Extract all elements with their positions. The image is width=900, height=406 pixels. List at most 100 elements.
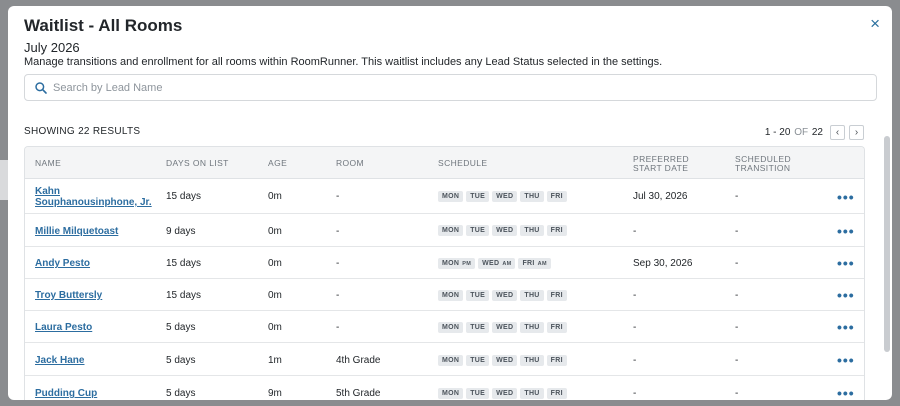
preferred-start-date: - <box>633 226 637 237</box>
more-options-icon[interactable]: ••• <box>837 320 855 334</box>
more-options-icon[interactable]: ••• <box>837 353 855 367</box>
day-badge: TUE <box>466 225 490 236</box>
month-label: July 2026 <box>24 40 80 55</box>
search-input[interactable] <box>53 79 853 97</box>
day-badge: THU <box>520 322 544 333</box>
room: 4th Grade <box>336 355 381 366</box>
days-on-list: 15 days <box>166 191 202 202</box>
room: - <box>336 322 340 333</box>
more-options-icon[interactable]: ••• <box>837 386 855 400</box>
table-header: NAME DAYS ON LIST AGE ROOM SCHEDULE PREF… <box>25 147 864 179</box>
day-badge: FRI <box>546 355 567 366</box>
day-badge: MON PM <box>438 258 476 269</box>
prev-page-button[interactable]: ‹ <box>830 125 845 140</box>
scheduled-transition: - <box>735 322 739 333</box>
more-options-icon[interactable]: ••• <box>837 190 855 204</box>
modal-description: Manage transitions and enrollment for al… <box>24 56 663 68</box>
search-icon <box>35 82 47 94</box>
waitlist-table: NAME DAYS ON LIST AGE ROOM SCHEDULE PREF… <box>24 146 865 400</box>
day-badge: MON <box>438 388 464 399</box>
pagination-range: 1 - 20 OF 22 <box>764 127 823 138</box>
schedule: MON TUE WED THU FRI <box>438 225 567 236</box>
header-room[interactable]: ROOM <box>336 159 364 168</box>
lead-name-link[interactable]: Jack Hane <box>35 355 84 366</box>
table-row: Pudding Cup 5 days 9m 5th Grade MON TUE … <box>25 376 864 400</box>
schedule: MON TUE WED THU FRI <box>438 388 567 399</box>
lead-name-link[interactable]: Pudding Cup <box>35 388 97 399</box>
day-badge: WED <box>492 290 518 301</box>
day-badge: WED <box>492 355 518 366</box>
age: 9m <box>268 388 282 399</box>
preferred-start-date: - <box>633 388 637 399</box>
search-box <box>24 74 877 101</box>
table-row: Millie Milquetoast 9 days 0m - MON TUE W… <box>25 214 864 247</box>
header-schedule[interactable]: SCHEDULE <box>438 159 488 168</box>
day-badge: TUE <box>466 388 490 399</box>
days-on-list: 5 days <box>166 322 196 333</box>
age: 0m <box>268 322 282 333</box>
more-options-icon[interactable]: ••• <box>837 224 855 238</box>
day-badge: FRI <box>546 191 567 202</box>
day-badge: MON <box>438 290 464 301</box>
scheduled-transition: - <box>735 258 739 269</box>
schedule: MON TUE WED THU FRI <box>438 290 567 301</box>
day-badge: MON <box>438 225 464 236</box>
day-badge: FRI <box>546 225 567 236</box>
preferred-start-date: - <box>633 355 637 366</box>
table-row: Kahn Souphanousinphone, Jr. 15 days 0m - … <box>25 179 864 214</box>
preferred-start-date: Sep 30, 2026 <box>633 258 693 269</box>
lead-name-link[interactable]: Andy Pesto <box>35 258 90 269</box>
day-badge: MON <box>438 191 464 202</box>
header-age[interactable]: AGE <box>268 159 287 168</box>
header-preferred-start-date[interactable]: PREFERRED START DATE <box>633 155 689 173</box>
day-badge: WED AM <box>478 258 516 269</box>
day-badge: THU <box>520 191 544 202</box>
day-badge: WED <box>492 225 518 236</box>
preferred-start-date: Jul 30, 2026 <box>633 191 688 202</box>
scheduled-transition: - <box>735 191 739 202</box>
modal-title: Waitlist - All Rooms <box>24 16 183 35</box>
age: 0m <box>268 290 282 301</box>
day-badge: MON <box>438 355 464 366</box>
room: 5th Grade <box>336 388 381 399</box>
preferred-start-date: - <box>633 322 637 333</box>
scheduled-transition: - <box>735 226 739 237</box>
age: 1m <box>268 355 282 366</box>
modal-scrollbar[interactable] <box>884 136 890 352</box>
day-badge: THU <box>520 388 544 399</box>
day-badge: THU <box>520 225 544 236</box>
next-page-button[interactable]: › <box>849 125 864 140</box>
header-scheduled-transition[interactable]: SCHEDULED TRANSITION <box>735 155 791 173</box>
backdrop-strip <box>0 160 8 200</box>
results-count: SHOWING 22 RESULTS <box>24 126 141 137</box>
header-name[interactable]: NAME <box>35 159 61 168</box>
day-badge: TUE <box>466 290 490 301</box>
age: 0m <box>268 258 282 269</box>
day-badge: WED <box>492 388 518 399</box>
day-badge: WED <box>492 322 518 333</box>
more-options-icon[interactable]: ••• <box>837 288 855 302</box>
waitlist-modal: Waitlist - All Rooms × July 2026 Manage … <box>8 6 892 400</box>
lead-name-link[interactable]: Millie Milquetoast <box>35 226 118 237</box>
age: 0m <box>268 191 282 202</box>
lead-name-link[interactable]: Troy Buttersly <box>35 290 102 301</box>
day-badge: TUE <box>466 191 490 202</box>
day-badge: TUE <box>466 322 490 333</box>
scheduled-transition: - <box>735 355 739 366</box>
day-badge: MON <box>438 322 464 333</box>
header-days-on-list[interactable]: DAYS ON LIST <box>166 159 229 168</box>
lead-name-link[interactable]: Laura Pesto <box>35 322 92 333</box>
preferred-start-date: - <box>633 290 637 301</box>
more-options-icon[interactable]: ••• <box>837 256 855 270</box>
close-icon[interactable]: × <box>870 14 880 34</box>
day-badge: WED <box>492 191 518 202</box>
day-badge: FRI <box>546 388 567 399</box>
schedule: MON TUE WED THU FRI <box>438 355 567 366</box>
day-badge: THU <box>520 290 544 301</box>
days-on-list: 15 days <box>166 258 202 269</box>
room: - <box>336 191 340 202</box>
lead-name-link[interactable]: Kahn Souphanousinphone, Jr. <box>35 186 152 208</box>
day-badge: THU <box>520 355 544 366</box>
room: - <box>336 290 340 301</box>
day-badge: TUE <box>466 355 490 366</box>
